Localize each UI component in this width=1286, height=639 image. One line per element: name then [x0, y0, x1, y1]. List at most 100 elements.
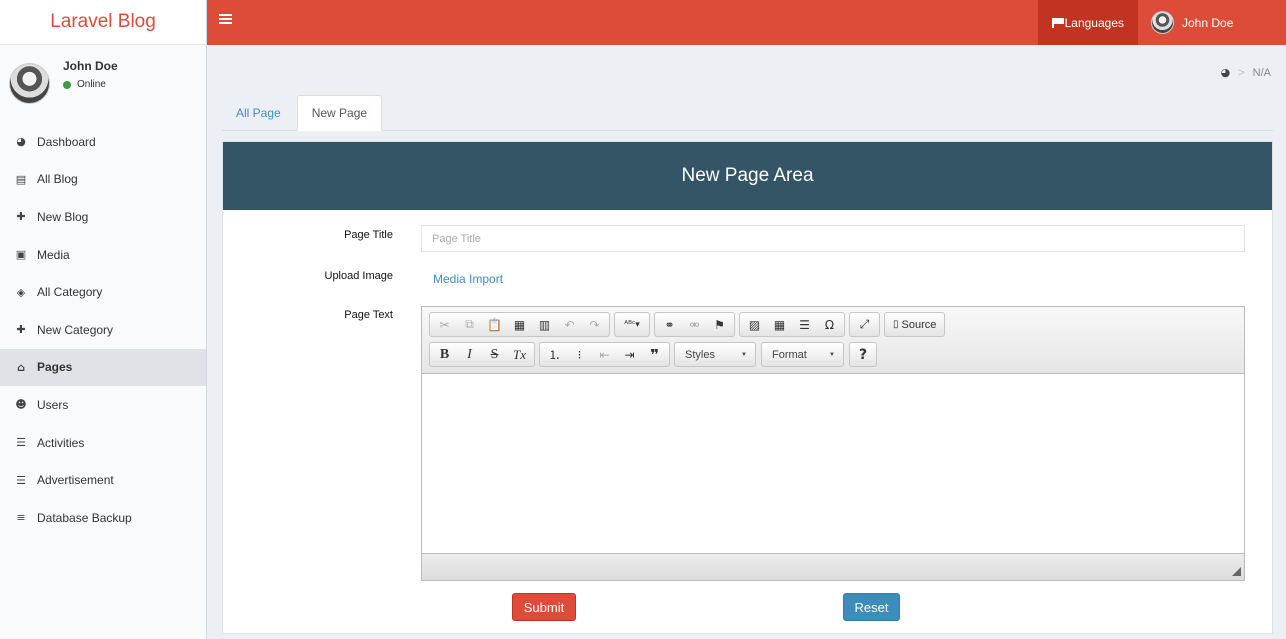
- image-icon: ▣: [15, 248, 27, 262]
- format-label: Format: [772, 348, 807, 361]
- flag-icon: [1051, 17, 1064, 28]
- numbered-list-icon[interactable]: ⒈: [542, 343, 567, 366]
- source-button[interactable]: ▯ Source: [887, 313, 942, 336]
- sidebar-item-advertisement[interactable]: ☰ Advertisement: [0, 461, 206, 499]
- italic-icon[interactable]: I: [457, 343, 482, 366]
- link-group: ⚭ ⚮ ⚑: [654, 312, 735, 337]
- clipboard-group: ✂ ⧉ 📋 ▦ ▥ ↶ ↷: [429, 312, 610, 337]
- top-navbar: Languages John Doe: [207, 0, 1286, 45]
- paste-text-icon[interactable]: ▦: [507, 313, 532, 336]
- source-icon: ▯: [893, 319, 899, 330]
- home-icon: ⌂: [17, 360, 25, 374]
- reset-button[interactable]: Reset: [843, 593, 900, 621]
- help-icon[interactable]: ?: [852, 343, 874, 366]
- help-group: ?: [849, 342, 877, 367]
- undo-icon[interactable]: ↶: [557, 313, 582, 336]
- table-icon[interactable]: ▦: [767, 313, 792, 336]
- image-icon[interactable]: ▨: [742, 313, 767, 336]
- user-panel: John Doe Online: [0, 45, 206, 123]
- rich-text-editor: ✂ ⧉ 📋 ▦ ▥ ↶ ↷ ᴬᴮᶜ▾ ⚭ ⚮ ⚑ ▨ ▦ ☰ Ω ⤢ ▯ Sou…: [421, 306, 1245, 581]
- special-char-icon[interactable]: Ω: [817, 313, 842, 336]
- link-icon[interactable]: ⚭: [657, 313, 682, 336]
- indent-icon[interactable]: ⇥: [617, 343, 642, 366]
- sidebar-item-new-blog[interactable]: ✚ New Blog: [0, 198, 206, 236]
- plus-icon: ✚: [16, 323, 26, 337]
- paste-word-icon[interactable]: ▥: [532, 313, 557, 336]
- sidebar-item-activities[interactable]: ☰ Activities: [0, 424, 206, 462]
- languages-label: Languages: [1064, 15, 1124, 30]
- new-page-panel: New Page Area Page Title Upload Image Me…: [222, 141, 1273, 634]
- insert-group: ▨ ▦ ☰ Ω: [739, 312, 845, 337]
- page-text-label: Page Text: [344, 309, 393, 321]
- user-panel-avatar: [9, 63, 50, 104]
- breadcrumb-separator: >: [1238, 66, 1245, 79]
- cut-icon[interactable]: ✂: [432, 313, 457, 336]
- user-status-label: Online: [77, 79, 106, 90]
- bold-icon[interactable]: B: [432, 343, 457, 366]
- copy-icon[interactable]: ⧉: [457, 313, 482, 336]
- app-logo[interactable]: Laravel Blog: [0, 0, 207, 45]
- breadcrumb-current: N/A: [1252, 66, 1271, 79]
- online-dot-icon: [63, 80, 71, 89]
- blockquote-icon[interactable]: ❞: [642, 343, 667, 366]
- list-group: ⒈ ⁝ ⇤ ⇥ ❞: [539, 342, 670, 367]
- unlink-icon[interactable]: ⚮: [682, 313, 707, 336]
- sidebar-item-label: Database Backup: [37, 510, 132, 525]
- media-import-link[interactable]: Media Import: [433, 272, 503, 286]
- upload-image-label: Upload Image: [324, 270, 394, 282]
- spellcheck-group: ᴬᴮᶜ▾: [614, 312, 650, 337]
- panel-title: New Page Area: [681, 165, 814, 186]
- outdent-icon[interactable]: ⇤: [592, 343, 617, 366]
- sidebar-item-label: Pages: [37, 360, 73, 375]
- sidebar-item-all-category[interactable]: ◈ All Category: [0, 273, 206, 311]
- user-panel-name: John Doe: [63, 59, 118, 73]
- format-dropdown[interactable]: Format ▼: [761, 342, 844, 367]
- menu-toggle-icon[interactable]: [219, 14, 232, 28]
- user-status: Online: [63, 79, 106, 90]
- page-title-input[interactable]: [421, 225, 1245, 252]
- sidebar-item-dashboard[interactable]: ◕ Dashboard: [0, 123, 206, 161]
- sidebar-item-label: Dashboard: [37, 134, 96, 149]
- source-label: Source: [901, 318, 937, 331]
- dashboard-icon: ◕: [16, 135, 26, 149]
- maximize-group: ⤢: [849, 312, 880, 337]
- tab-all-page[interactable]: All Page: [222, 95, 295, 131]
- sidebar-item-pages[interactable]: ⌂ Pages: [0, 348, 206, 387]
- app-title: Laravel Blog: [50, 11, 156, 32]
- sidebar-item-users[interactable]: ☻ Users: [0, 386, 206, 424]
- sidebar-item-database-backup[interactable]: ≡ Database Backup: [0, 499, 206, 537]
- strikethrough-icon[interactable]: S: [482, 343, 507, 366]
- languages-menu[interactable]: Languages: [1037, 0, 1138, 45]
- styles-label: Styles: [685, 348, 715, 361]
- list-icon: ☰: [16, 473, 26, 487]
- basic-styles-group: B I S Tx: [429, 342, 535, 367]
- spellcheck-icon[interactable]: ᴬᴮᶜ▾: [617, 313, 647, 336]
- submit-button[interactable]: Submit: [512, 593, 576, 621]
- sidebar-item-label: New Category: [37, 322, 114, 337]
- redo-icon[interactable]: ↷: [582, 313, 607, 336]
- panel-header: New Page Area: [223, 142, 1272, 210]
- sidebar-item-all-blog[interactable]: ▤ All Blog: [0, 161, 206, 199]
- page-tabs: All Page New Page: [222, 95, 1273, 131]
- editor-content-area[interactable]: [422, 374, 1244, 554]
- anchor-flag-icon[interactable]: ⚑: [707, 313, 732, 336]
- bulleted-list-icon[interactable]: ⁝: [567, 343, 592, 366]
- styles-dropdown[interactable]: Styles ▼: [674, 342, 756, 367]
- database-icon: ≡: [16, 511, 26, 525]
- sidebar-item-new-category[interactable]: ✚ New Category: [0, 311, 206, 349]
- paste-icon[interactable]: 📋: [482, 313, 507, 336]
- maximize-icon[interactable]: ⤢: [852, 313, 877, 336]
- plus-icon: ✚: [16, 210, 26, 224]
- user-menu[interactable]: John Doe: [1138, 0, 1286, 45]
- tab-new-page[interactable]: New Page: [296, 95, 383, 131]
- sidebar-item-label: All Category: [37, 285, 103, 300]
- sidebar: John Doe Online ◕ Dashboard ▤ All Blog ✚ Ne…: [0, 45, 207, 639]
- editor-toolbar: ✂ ⧉ 📋 ▦ ▥ ↶ ↷ ᴬᴮᶜ▾ ⚭ ⚮ ⚑ ▨ ▦ ☰ Ω ⤢ ▯ Sou…: [422, 307, 1244, 374]
- horizontal-line-icon[interactable]: ☰: [792, 313, 817, 336]
- resize-grip-icon[interactable]: [1232, 567, 1241, 576]
- remove-format-icon[interactable]: Tx: [507, 343, 532, 366]
- source-group: ▯ Source: [884, 312, 946, 337]
- sidebar-item-label: Media: [37, 247, 70, 262]
- dashboard-icon[interactable]: ◕: [1221, 66, 1231, 79]
- sidebar-item-media[interactable]: ▣ Media: [0, 236, 206, 274]
